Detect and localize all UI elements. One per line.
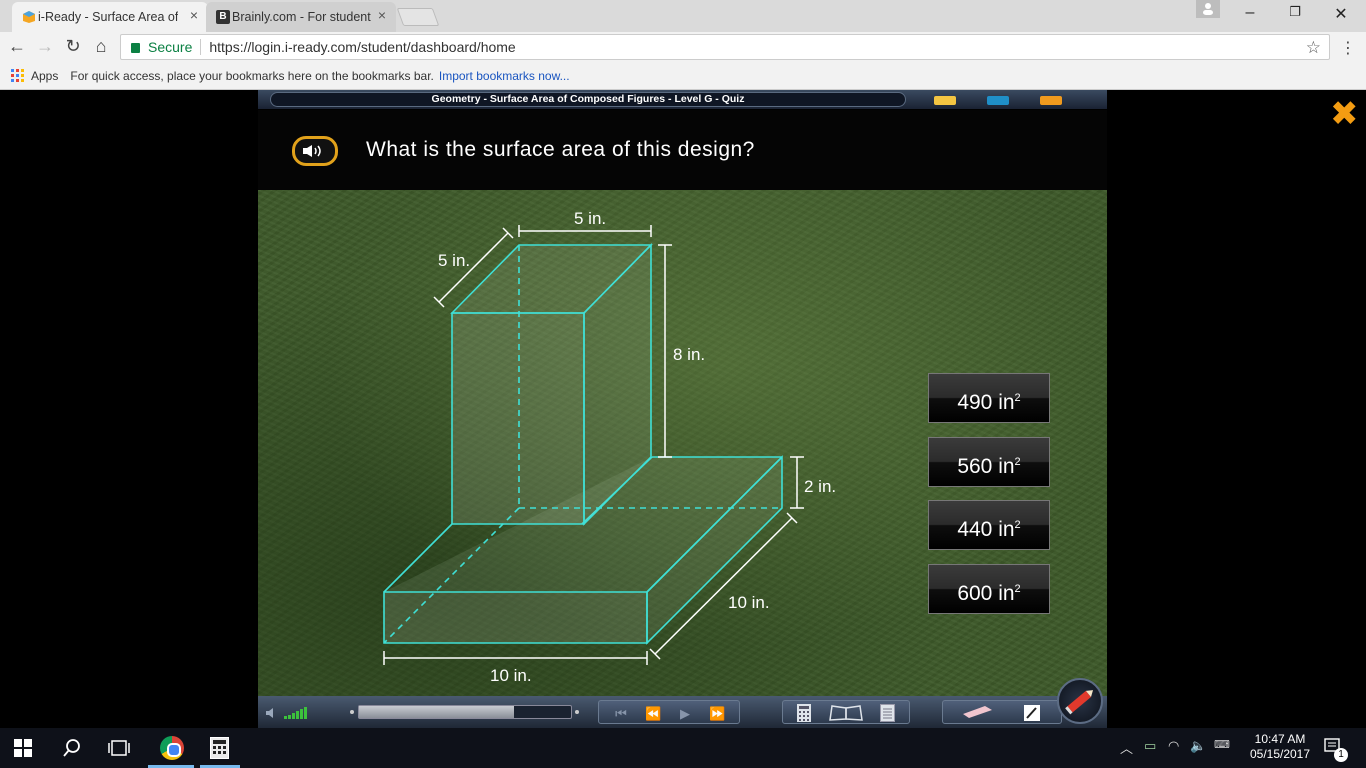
pen-icon[interactable] (1057, 678, 1103, 724)
bookmark-star-icon[interactable]: ☆ (1306, 38, 1321, 58)
clock-date: 05/15/2017 (1249, 747, 1311, 761)
volume-icon[interactable] (264, 705, 314, 721)
reload-button[interactable]: ↻ (62, 36, 84, 57)
seek-progress (359, 706, 514, 718)
page-content: Geometry - Surface Area of Composed Figu… (0, 90, 1366, 728)
close-window-button[interactable]: ✕ (1326, 4, 1356, 24)
glossary-icon[interactable] (829, 705, 863, 721)
security-label: Secure (148, 39, 193, 55)
question-text: What is the surface area of this design? (366, 138, 755, 161)
answer-choice-2[interactable]: 560 in2 (928, 437, 1050, 487)
notification-badge: 1 (1334, 748, 1348, 762)
label-height: 8 in. (673, 345, 705, 364)
annotation-button-group (942, 700, 1062, 724)
answer-choice-1[interactable]: 490 in2 (928, 373, 1050, 423)
eraser-icon[interactable] (963, 706, 993, 719)
tab-bar: i-Ready - Surface Area of × B Brainly.co… (0, 0, 1366, 32)
media-button-group: ⏮ ⏪ ▶ ⏩ (598, 700, 740, 724)
chrome-taskbar-icon[interactable] (160, 736, 184, 760)
lesson-title: Geometry - Surface Area of Composed Figu… (270, 92, 906, 107)
iready-favicon-icon (23, 11, 35, 23)
url-text: https://login.i-ready.com/student/dashbo… (209, 39, 516, 55)
forward-button[interactable]: → (34, 36, 56, 57)
seek-bar[interactable] (358, 705, 572, 719)
speaker-icon[interactable] (292, 136, 338, 166)
keyboard-icon[interactable]: ⌨ (1214, 738, 1230, 751)
close-icon[interactable]: ✖ (1330, 97, 1359, 131)
apps-icon[interactable] (11, 69, 24, 82)
menu-icon[interactable]: ⋮ (1340, 38, 1356, 58)
search-icon[interactable] (62, 738, 82, 758)
question-area: What is the surface area of this design? (258, 110, 1107, 190)
new-tab-button[interactable] (396, 8, 440, 26)
rewind-icon[interactable]: ⏪ (645, 706, 661, 722)
wifi-icon[interactable]: ◠ (1168, 738, 1179, 754)
screen: i-Ready - Surface Area of × B Brainly.co… (0, 0, 1366, 768)
problem-board: 5 in. 5 in. 8 in. 2 in. 10 in. 10 in. 49… (258, 190, 1107, 696)
label-depth: 5 in. (438, 251, 470, 270)
user-profile-icon[interactable] (1196, 0, 1220, 18)
clock-time: 10:47 AM (1254, 732, 1306, 746)
bookmarks-bar: Apps For quick access, place your bookma… (0, 62, 1366, 90)
bookmarks-hint: For quick access, place your bookmarks h… (70, 68, 434, 83)
battery-icon[interactable]: ▭ (1144, 738, 1156, 754)
back-button[interactable]: ← (6, 36, 28, 57)
tab-title: i-Ready - Surface Area of (38, 10, 178, 24)
label-base-height: 2 in. (804, 477, 836, 496)
show-hidden-icons-icon[interactable]: ︿ (1120, 738, 1133, 757)
answer-choice-4[interactable]: 600 in2 (928, 564, 1050, 614)
label-base-depth: 10 in. (728, 593, 770, 612)
label-top-width: 5 in. (574, 209, 606, 228)
restore-button[interactable]: ❐ (1280, 4, 1310, 20)
brainly-favicon-icon: B (216, 10, 230, 24)
taskbar: ︿ ▭ ◠ 🔈 ⌨ 10:47 AM 05/15/2017 1 (0, 728, 1366, 768)
skip-back-icon[interactable]: ⏮ (613, 706, 629, 722)
apps-link[interactable]: Apps (31, 69, 58, 83)
lock-icon (131, 43, 140, 53)
answer-choice-3[interactable]: 440 in2 (928, 500, 1050, 550)
tools-button-group (782, 700, 910, 724)
tab-close-icon[interactable]: × (190, 7, 198, 23)
address-bar[interactable]: Secure https://login.i-ready.com/student… (120, 34, 1330, 60)
system-clock[interactable]: 10:47 AM 05/15/2017 (1240, 732, 1320, 762)
highlighter-icon[interactable] (1023, 704, 1041, 722)
notes-icon[interactable] (880, 704, 895, 722)
calculator-taskbar-icon[interactable] (210, 737, 229, 759)
task-view-icon[interactable] (108, 739, 130, 757)
import-bookmarks-link[interactable]: Import bookmarks now... (439, 69, 570, 83)
windows-start-icon[interactable] (14, 739, 32, 757)
header-pill-orange[interactable] (1040, 96, 1062, 105)
header-pill-blue[interactable] (987, 96, 1009, 105)
tab-title: Brainly.com - For student (232, 10, 371, 24)
fast-forward-icon[interactable]: ⏩ (709, 706, 725, 722)
play-icon[interactable]: ▶ (677, 706, 693, 722)
header-pill-yellow[interactable] (934, 96, 956, 105)
tab-brainly[interactable]: B Brainly.com - For student × (206, 2, 396, 32)
tab-close-icon[interactable]: × (378, 7, 386, 23)
tab-iready[interactable]: i-Ready - Surface Area of × (12, 2, 208, 32)
player-controls: ⏮ ⏪ ▶ ⏩ (258, 696, 1107, 728)
calculator-icon[interactable] (796, 704, 812, 722)
browser-toolbar: ← → ↻ ⌂ Secure https://login.i-ready.com… (0, 32, 1366, 62)
volume-tray-icon[interactable]: 🔈 (1190, 738, 1206, 754)
minimize-button[interactable]: – (1235, 4, 1265, 22)
home-button[interactable]: ⌂ (90, 36, 112, 57)
label-base-width: 10 in. (490, 666, 532, 685)
